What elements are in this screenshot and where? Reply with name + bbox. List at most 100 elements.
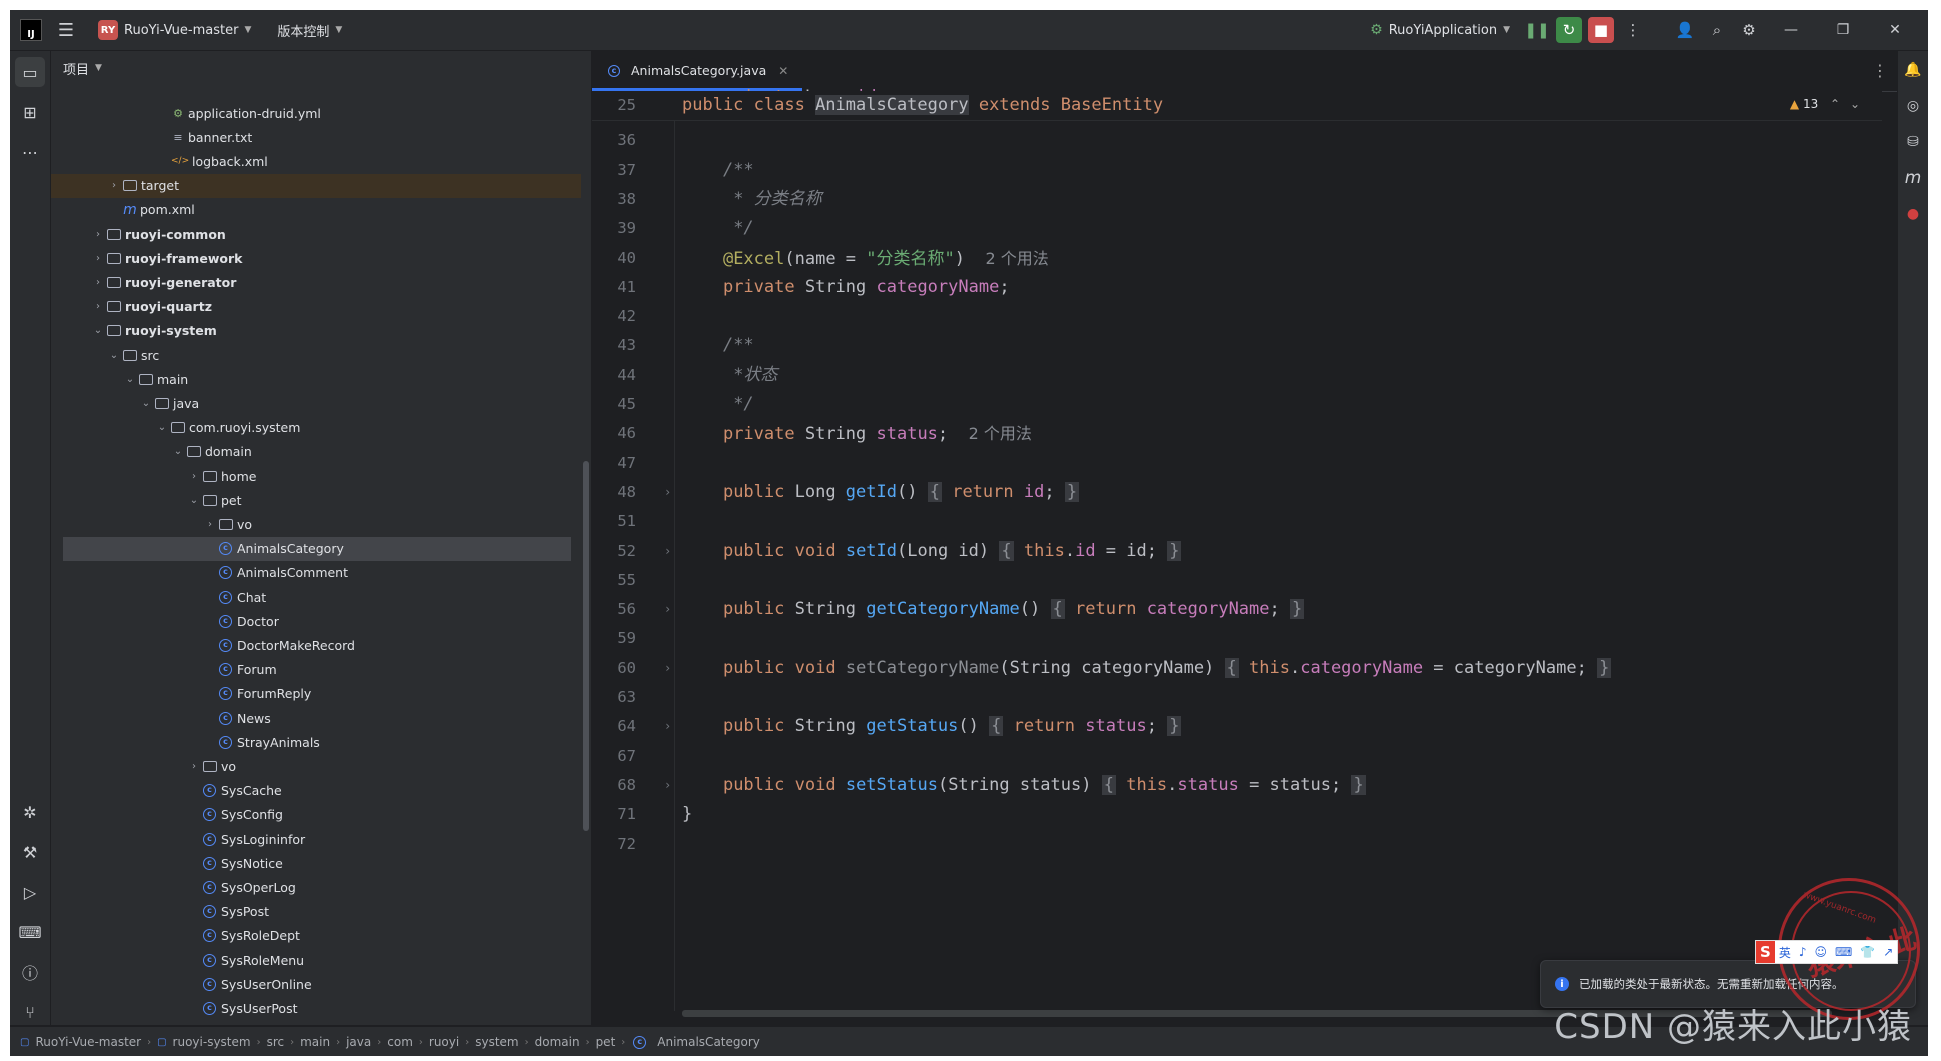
code-line[interactable]: 56 › public String getCategoryName() { re… <box>592 595 1898 624</box>
chevron-right-icon[interactable]: › <box>91 277 105 288</box>
tree-item[interactable]: ⌄ domain <box>51 440 581 464</box>
ime-item[interactable]: ☺ <box>1811 945 1832 959</box>
chevron-right-icon[interactable]: › <box>203 519 217 530</box>
fold-chevron-icon[interactable]: › <box>664 771 671 800</box>
code-line[interactable]: 68 › public void setStatus(String status)… <box>592 771 1898 800</box>
code-line[interactable]: 63 <box>592 683 1898 712</box>
tree-item[interactable]: › ruoyi-framework <box>51 246 581 270</box>
breadcrumb-item[interactable]: domain <box>535 1035 580 1049</box>
tree-item[interactable]: c ForumReply <box>51 682 581 706</box>
project-folder-icon[interactable]: ▭ <box>15 57 45 87</box>
pause-icon[interactable]: ❚❚ <box>1524 17 1550 43</box>
chevron-down-icon[interactable]: ⌄ <box>155 422 169 433</box>
breadcrumb-item[interactable]: RuoYi-Vue-master <box>35 1035 141 1049</box>
tree-item[interactable]: ⌄ com.ruoyi.system <box>51 416 581 440</box>
tree-item[interactable]: › home <box>51 464 581 488</box>
tree-item[interactable]: c SysLogininfor <box>51 827 581 851</box>
code-line[interactable]: 39 */ <box>592 214 1898 243</box>
tree-item[interactable]: ⚙ application-druid.yml <box>51 101 581 125</box>
chevron-down-icon[interactable]: ⌄ <box>139 398 153 409</box>
build-hammer-icon[interactable]: ⚒ <box>15 837 45 867</box>
code-line[interactable]: 36 <box>592 126 1898 155</box>
problems-icon[interactable]: ⓘ <box>15 957 45 987</box>
tree-item[interactable]: c SysUserOnline <box>51 972 581 996</box>
code-line[interactable]: 41 private String categoryName; <box>592 273 1898 302</box>
ime-item[interactable]: 英 <box>1775 944 1795 961</box>
tree-item[interactable]: c News <box>51 706 581 730</box>
more-tools-icon[interactable]: ⋯ <box>15 137 45 167</box>
tree-item[interactable]: › ruoyi-generator <box>51 270 581 294</box>
code-line[interactable]: 38 * 分类名称 <box>592 185 1898 214</box>
code-line[interactable]: 48 › public Long getId() { return id; } <box>592 478 1898 507</box>
notifications-bell-icon[interactable]: 🔔 <box>1902 59 1924 81</box>
code-line[interactable]: 42 <box>592 302 1898 331</box>
code-line[interactable]: 72 <box>592 830 1898 859</box>
code-line[interactable]: 59 <box>592 624 1898 653</box>
fold-chevron-icon[interactable]: › <box>664 537 671 566</box>
code-line[interactable]: 45 */ <box>592 390 1898 419</box>
code-line[interactable]: 43 /** <box>592 331 1898 360</box>
fold-chevron-icon[interactable]: › <box>664 478 671 507</box>
chevron-right-icon[interactable]: › <box>91 229 105 240</box>
tree-item[interactable]: › ruoyi-quartz <box>51 295 581 319</box>
database-icon[interactable]: ⛁ <box>1902 131 1924 153</box>
code-line[interactable]: 44 *状态 <box>592 361 1898 390</box>
chevron-down-icon[interactable]: ⌄ <box>91 325 105 336</box>
tree-item[interactable]: ⌄ src <box>51 343 581 367</box>
chevron-down-icon[interactable]: ⌄ <box>123 374 137 385</box>
tree-item[interactable]: c SysRoleDept <box>51 924 581 948</box>
tree-item[interactable]: ⌄ ruoyi-system <box>51 319 581 343</box>
tree-item[interactable]: › vo <box>51 512 581 536</box>
project-panel-header[interactable]: 项目 ▼ <box>51 51 591 85</box>
tree-item[interactable]: › ruoyi-common <box>51 222 581 246</box>
tree-item[interactable]: c DoctorMakeRecord <box>51 633 581 657</box>
tab-more-icon[interactable]: ⋮ <box>1872 61 1888 80</box>
plugin-bird-icon[interactable]: ● <box>1902 203 1924 225</box>
stop-button[interactable]: ■ <box>1588 17 1614 43</box>
tree-item[interactable]: › target <box>51 173 581 198</box>
terminal-icon[interactable]: ⌨ <box>15 917 45 947</box>
tree-item[interactable]: c SysOperLog <box>51 875 581 899</box>
run-config-selector[interactable]: ⚙ RuoYiApplication ▼ <box>1362 22 1518 38</box>
breadcrumb-item[interactable]: system <box>475 1035 518 1049</box>
structure-icon[interactable]: ⊞ <box>15 97 45 127</box>
ime-item[interactable]: 👕 <box>1856 945 1879 959</box>
ime-item[interactable]: ↗ <box>1879 945 1897 959</box>
chevron-right-icon[interactable]: › <box>91 301 105 312</box>
tree-item[interactable]: ≡ banner.txt <box>51 125 581 149</box>
settings-gear-icon[interactable]: ⚙ <box>1736 17 1762 43</box>
chevron-down-icon[interactable]: ⌄ <box>171 446 185 457</box>
code-line[interactable]: 47 <box>592 449 1898 478</box>
fold-chevron-icon[interactable]: › <box>664 654 671 683</box>
close-button[interactable]: ✕ <box>1872 10 1918 50</box>
chevron-right-icon[interactable]: › <box>107 180 121 191</box>
chevron-down-icon[interactable]: ⌄ <box>1850 97 1860 111</box>
breadcrumb-item[interactable]: main <box>300 1035 330 1049</box>
tree-item[interactable]: c SysNotice <box>51 851 581 875</box>
tree-item[interactable]: ⌄ main <box>51 367 581 391</box>
tree-item[interactable]: c SysCache <box>51 779 581 803</box>
chevron-down-icon[interactable]: ⌄ <box>187 495 201 506</box>
breadcrumb-item[interactable]: com <box>387 1035 413 1049</box>
tree-item[interactable]: cSysUserRole <box>51 1021 581 1025</box>
vcs-menu[interactable]: 版本控制 ▼ <box>269 21 350 40</box>
breadcrumb-item[interactable]: src <box>267 1035 285 1049</box>
fold-chevron-icon[interactable]: › <box>664 595 671 624</box>
search-icon[interactable]: ⌕ <box>1704 17 1730 43</box>
code-line[interactable]: 55 <box>592 566 1898 595</box>
chevron-up-icon[interactable]: ⌃ <box>1830 97 1840 111</box>
tree-item[interactable]: c StrayAnimals <box>51 730 581 754</box>
tree-item[interactable]: c Forum <box>51 658 581 682</box>
code-line[interactable]: 51 <box>592 507 1898 536</box>
ime-toolbar[interactable]: S 英 ♪ ☺ ⌨ 👕 ↗ <box>1755 940 1899 964</box>
code-line[interactable]: 71} <box>592 800 1898 829</box>
project-selector[interactable]: RY RuoYi-Vue-master ▼ <box>90 20 259 40</box>
maximize-button[interactable]: ❐ <box>1820 10 1866 50</box>
tree-scrollbar[interactable] <box>583 461 589 831</box>
code-area[interactable]: 25 public class AnimalsCategory extends … <box>592 87 1898 1051</box>
tree-item[interactable]: ⌄ java <box>51 391 581 415</box>
ime-item[interactable]: ⌨ <box>1831 945 1856 959</box>
add-user-icon[interactable]: 👤 <box>1672 17 1698 43</box>
breadcrumb-item[interactable]: pet <box>596 1035 616 1049</box>
breadcrumb-item[interactable]: AnimalsCategory <box>657 1035 760 1049</box>
